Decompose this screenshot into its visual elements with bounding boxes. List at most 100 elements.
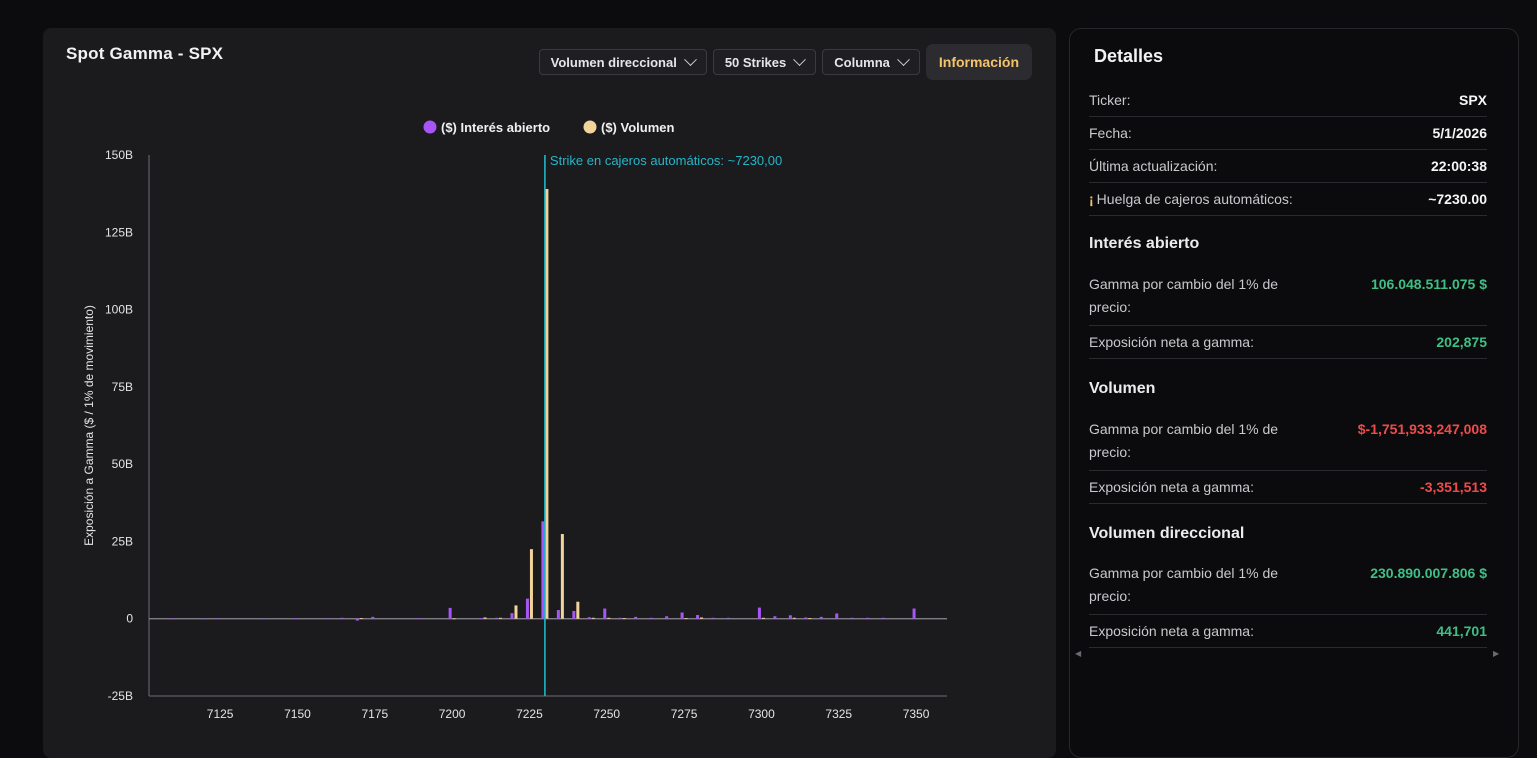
vol-net-row: Exposición neta a gamma: -3,351,513 xyxy=(1089,471,1487,504)
bar-open-interest xyxy=(479,618,483,619)
x-tick-label: 7175 xyxy=(361,707,388,721)
bar-open-interest xyxy=(726,617,730,619)
date-row: Fecha: 5/1/2026 xyxy=(1089,117,1487,150)
y-tick-label: 100B xyxy=(105,303,133,317)
bar-open-interest xyxy=(510,613,514,619)
y-tick-label: 25B xyxy=(112,534,133,548)
x-tick-label: 7250 xyxy=(593,707,620,721)
vol-net-label: Exposición neta a gamma: xyxy=(1089,478,1254,495)
x-tick-label: 7350 xyxy=(903,707,930,721)
bar-open-interest xyxy=(881,617,885,619)
section-heading-open-interest: Interés abierto xyxy=(1089,235,1200,252)
bar-open-interest xyxy=(556,610,560,619)
last-update-value: 22:00:38 xyxy=(1430,158,1487,174)
bar-open-interest xyxy=(371,616,375,619)
bar-open-interest xyxy=(495,617,499,619)
bar-open-interest xyxy=(665,616,669,619)
vol-gamma-label: Gamma por cambio del 1% de precio: xyxy=(1089,421,1279,460)
legend-swatch-volume xyxy=(583,120,597,134)
bar-volume xyxy=(576,601,580,619)
bar-volume xyxy=(684,618,688,619)
x-tick-label: 7200 xyxy=(439,707,466,721)
bar-volume xyxy=(622,618,626,619)
y-tick-label: 125B xyxy=(105,225,133,239)
dir-gamma-row: Gamma por cambio del 1% de precio: 230.8… xyxy=(1089,562,1487,615)
x-tick-label: 7225 xyxy=(516,707,543,721)
bar-volume xyxy=(560,534,564,619)
y-tick-label: 50B xyxy=(112,457,133,471)
chart-panel: Spot Gamma - SPX Volumen direccional 50 … xyxy=(43,28,1056,758)
bar-volume xyxy=(808,618,812,619)
bar-volume xyxy=(514,605,518,619)
y-tick-label: 0 xyxy=(126,612,133,626)
bar-open-interest xyxy=(324,618,328,619)
x-tick-label: 7150 xyxy=(284,707,311,721)
bar-open-interest xyxy=(525,598,529,619)
x-tick-label: 7275 xyxy=(671,707,698,721)
bar-open-interest xyxy=(263,618,267,620)
last-update-row: Última actualización: 22:00:38 xyxy=(1089,150,1487,183)
oi-gamma-value: 106.048.511.075 $ xyxy=(1370,276,1487,292)
bar-volume xyxy=(700,617,704,619)
oi-net-row: Exposición neta a gamma: 202,875 xyxy=(1089,326,1487,359)
bar-open-interest xyxy=(866,617,870,619)
oi-net-label: Exposición neta a gamma: xyxy=(1089,333,1254,350)
atm-strike-label: Huelga de cajeros automáticos: xyxy=(1096,191,1293,207)
bar-open-interest xyxy=(170,618,174,620)
bar-volume xyxy=(499,617,503,619)
dir-gamma-label: Gamma por cambio del 1% de precio: xyxy=(1089,565,1279,604)
y-tick-label: -25B xyxy=(108,689,133,703)
ticker-label: Ticker: xyxy=(1089,92,1131,108)
vol-gamma-row: Gamma por cambio del 1% de precio: $-1,7… xyxy=(1089,418,1487,471)
dir-net-row: Exposición neta a gamma: 441,701 xyxy=(1089,615,1487,648)
bar-open-interest xyxy=(804,617,808,619)
oi-gamma-label: Gamma por cambio del 1% de precio: xyxy=(1089,276,1279,315)
scroll-left-icon[interactable]: ◀ xyxy=(1075,649,1081,658)
atm-strike-row: ¡ Huelga de cajeros automáticos: ~7230.00 xyxy=(1089,183,1487,216)
vol-net-value: -3,351,513 xyxy=(1420,478,1487,495)
details-title: Detalles xyxy=(1094,46,1164,66)
bar-open-interest xyxy=(355,618,359,621)
bar-volume xyxy=(452,618,456,620)
bar-open-interest xyxy=(850,617,854,619)
bar-volume xyxy=(591,617,595,619)
gamma-chart: ($) Interés abierto ($) Volumen -25B 0 25B 50… xyxy=(82,120,947,721)
y-tick-label: 75B xyxy=(112,380,133,394)
bar-open-interest xyxy=(541,521,545,619)
bar-open-interest xyxy=(618,617,622,619)
bar-open-interest xyxy=(417,618,421,619)
ticker-row: Ticker: SPX xyxy=(1089,84,1487,117)
bar-open-interest xyxy=(757,607,761,619)
y-tick-label: 150B xyxy=(105,148,133,162)
warning-icon: ¡ xyxy=(1089,191,1094,207)
bar-open-interest xyxy=(603,608,607,619)
bar-open-interest xyxy=(819,616,823,619)
bar-open-interest xyxy=(572,610,576,619)
bar-volume xyxy=(359,618,363,619)
bar-volume xyxy=(761,617,765,619)
legend-swatch-open-interest xyxy=(423,120,437,134)
bar-open-interest xyxy=(340,617,344,619)
bar-volume xyxy=(607,617,611,619)
ticker-value: SPX xyxy=(1458,92,1487,108)
atm-strike-label: Strike en cajeros automáticos: ~7230,00 xyxy=(550,153,782,168)
last-update-label: Última actualización: xyxy=(1089,158,1218,174)
bar-open-interest xyxy=(216,618,220,619)
bar-open-interest xyxy=(649,617,653,619)
bar-open-interest xyxy=(680,612,684,619)
scroll-right-icon[interactable]: ▶ xyxy=(1493,649,1499,658)
bar-open-interest xyxy=(201,618,205,620)
date-value: 5/1/2026 xyxy=(1432,125,1488,141)
oi-gamma-row: Gamma por cambio del 1% de precio: 106.0… xyxy=(1089,273,1487,326)
legend-label-volume: ($) Volumen xyxy=(601,120,674,135)
y-axis-label: Exposición a Gamma ($ / 1% de movimiento… xyxy=(82,305,96,546)
oi-net-value: 202,875 xyxy=(1436,333,1487,350)
bar-open-interest xyxy=(773,616,777,619)
bar-open-interest xyxy=(293,618,297,620)
date-label: Fecha: xyxy=(1089,125,1132,141)
x-tick-label: 7300 xyxy=(748,707,775,721)
atm-strike-value: ~7230.00 xyxy=(1428,191,1487,207)
atm-strike-label-wrap: ¡ Huelga de cajeros automáticos: xyxy=(1089,191,1293,207)
dir-net-label: Exposición neta a gamma: xyxy=(1089,622,1254,639)
legend-label-open-interest: ($) Interés abierto xyxy=(441,120,550,135)
